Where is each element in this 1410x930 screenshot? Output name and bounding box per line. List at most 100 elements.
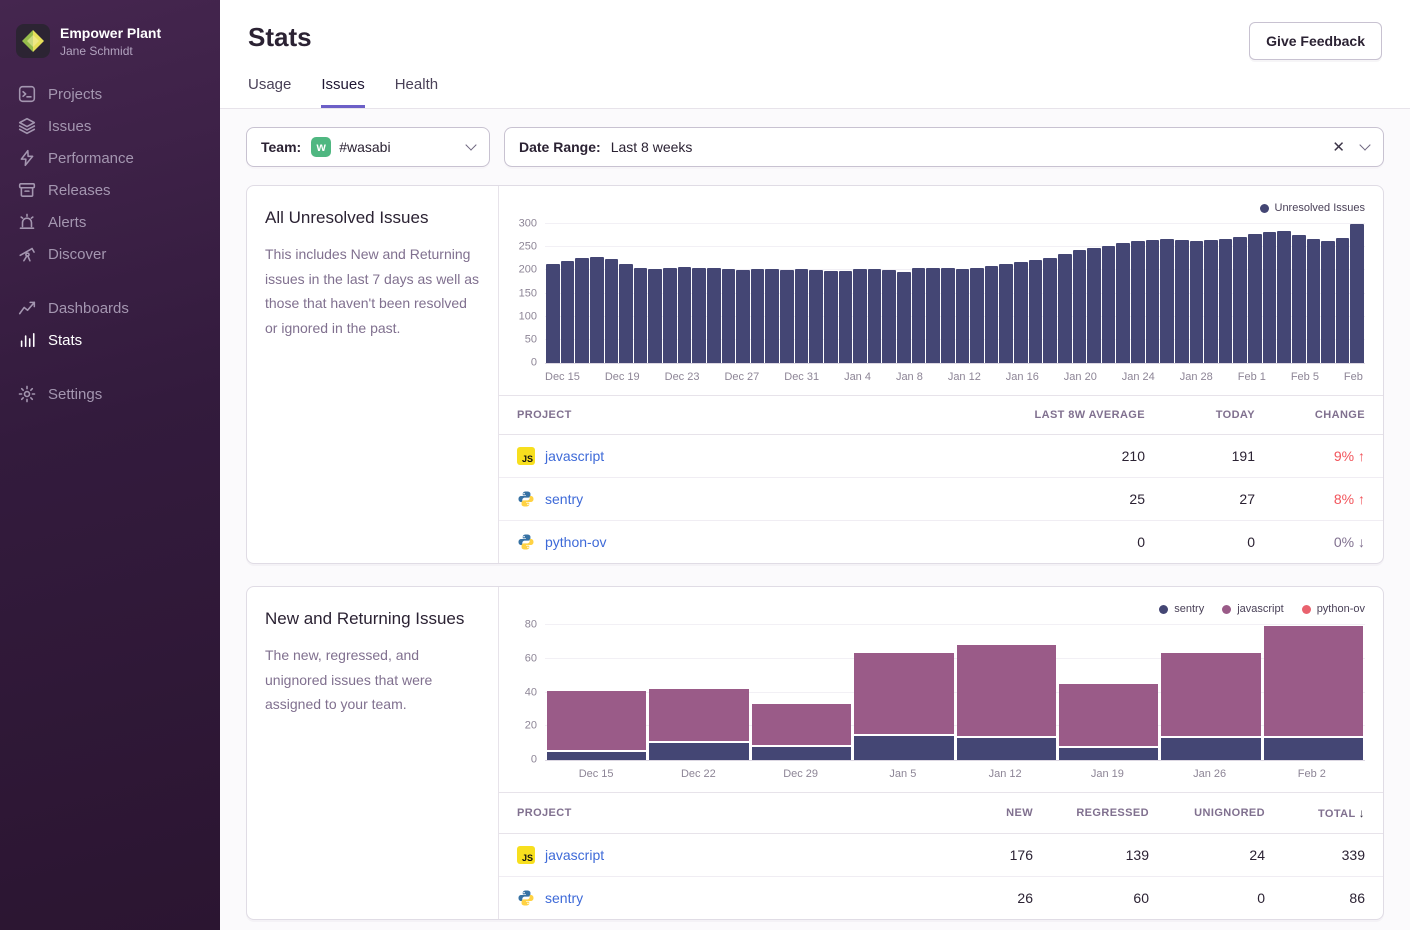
team-select[interactable]: Team: w #wasabi (246, 127, 490, 167)
arrow-up-icon: ↑ (1358, 491, 1365, 507)
column-header-project: PROJECT (499, 396, 943, 435)
chevron-down-icon (1359, 139, 1370, 150)
x-axis-label: Dec 27 (724, 371, 759, 383)
unresolved-issues-bar (1350, 224, 1364, 363)
x-axis: Dec 15Dec 19Dec 23Dec 27Dec 31Jan 4Jan 8… (545, 371, 1363, 383)
last8w-average-value: 0 (943, 521, 1163, 564)
bar-segment-sentry (752, 747, 851, 761)
project-link-javascript[interactable]: javascript (545, 847, 604, 863)
give-feedback-button[interactable]: Give Feedback (1249, 22, 1382, 60)
unresolved-issues-bar (590, 257, 604, 363)
x-axis-label: Jan 4 (844, 371, 871, 383)
bar-segment-javascript (547, 691, 646, 750)
sidebar-item-alerts[interactable]: Alerts (0, 206, 220, 238)
column-header-last8w-average: LAST 8W AVERAGE (943, 396, 1163, 435)
y-axis-label: 150 (507, 288, 537, 299)
legend-item-javascript[interactable]: javascript (1222, 603, 1283, 615)
x-axis-label: Jan 12 (948, 371, 981, 383)
page-title: Stats (248, 22, 312, 53)
unresolved-issues-bar (707, 268, 721, 363)
unresolved-issues-bar (1043, 258, 1057, 363)
org-name: Empower Plant (60, 24, 161, 42)
sidebar-item-issues[interactable]: Issues (0, 110, 220, 142)
panel-title: All Unresolved Issues (265, 208, 480, 228)
x-axis-label: Dec 15 (545, 371, 580, 383)
unresolved-issues-bar (1175, 240, 1189, 363)
project-link-sentry[interactable]: sentry (545, 890, 583, 906)
bar-segment-javascript (649, 689, 748, 741)
x-axis-label: Jan 5 (852, 768, 954, 780)
alerts-icon (18, 213, 36, 231)
tab-health[interactable]: Health (395, 76, 438, 108)
arrow-down-icon: ↓ (1358, 534, 1365, 550)
sidebar-item-label: Discover (48, 246, 106, 263)
projects-icon (18, 85, 36, 103)
chart-plot-area: 020406080 (545, 625, 1365, 761)
unresolved-issues-bar (985, 266, 999, 363)
bar-segment-javascript (752, 704, 851, 745)
unresolved-issues-bar (575, 258, 589, 363)
main-content: Stats Give Feedback Usage Issues Health … (220, 0, 1410, 930)
unresolved-issues-bar (546, 264, 560, 363)
panel-unresolved-issues: All Unresolved Issues This includes New … (246, 185, 1384, 564)
arrow-up-icon: ↑ (1358, 448, 1365, 464)
unresolved-issues-bar (956, 269, 970, 363)
legend-item-python-ov[interactable]: python-ov (1302, 603, 1365, 615)
unresolved-issues-bar (1204, 240, 1218, 363)
legend-item-unresolved-issues[interactable]: Unresolved Issues (1260, 202, 1366, 214)
unresolved-issues-bar (1146, 240, 1160, 363)
tab-usage[interactable]: Usage (248, 76, 291, 108)
tab-issues[interactable]: Issues (321, 76, 364, 108)
regressed-value: 139 (1051, 834, 1167, 877)
python-project-icon (517, 889, 535, 907)
column-header-new: NEW (941, 793, 1051, 834)
unresolved-issues-bar (1116, 243, 1130, 363)
unresolved-issues-bar (634, 268, 648, 363)
date-range-select[interactable]: Date Range: Last 8 weeks ✕ (504, 127, 1384, 167)
change-value: 9% ↑ (1334, 448, 1365, 464)
legend-dot (1222, 605, 1231, 614)
issues-icon (18, 117, 36, 135)
org-switcher[interactable]: Empower Plant Jane Schmidt (0, 16, 220, 78)
sidebar-item-projects[interactable]: Projects (0, 78, 220, 110)
column-header-unignored: UNIGNORED (1167, 793, 1283, 834)
sidebar-nav-primary: Projects Issues Performance Releases (0, 78, 220, 270)
stacked-bar (1161, 625, 1260, 760)
python-project-icon (517, 533, 535, 551)
sidebar-item-performance[interactable]: Performance (0, 142, 220, 174)
unresolved-issues-table: PROJECT LAST 8W AVERAGE TODAY CHANGE JS (499, 395, 1383, 563)
clear-icon[interactable]: ✕ (1332, 138, 1345, 156)
column-header-total-sort[interactable]: TOTAL↓ (1283, 793, 1383, 834)
today-value: 27 (1163, 478, 1273, 521)
stacked-bar (752, 625, 851, 760)
x-axis-label: Feb (1344, 371, 1363, 383)
legend-item-sentry[interactable]: sentry (1159, 603, 1204, 615)
last8w-average-value: 25 (943, 478, 1163, 521)
panel-chart-column: sentryjavascriptpython-ov 020406080 Dec … (499, 587, 1383, 919)
table-header-row: PROJECT NEW REGRESSED UNIGNORED TOTAL↓ (499, 793, 1383, 834)
x-axis-label: Jan 19 (1056, 768, 1158, 780)
x-axis-label: Dec 19 (605, 371, 640, 383)
sidebar-item-settings[interactable]: Settings (0, 378, 220, 410)
y-axis-label: 100 (507, 311, 537, 322)
legend-label: sentry (1174, 603, 1204, 615)
column-header-change: CHANGE (1273, 396, 1383, 435)
unresolved-issues-bar (1073, 250, 1087, 363)
x-axis-label: Jan 24 (1122, 371, 1155, 383)
y-axis-label: 80 (507, 620, 537, 631)
panel-description-column: New and Returning Issues The new, regres… (247, 587, 499, 919)
sidebar-item-dashboards[interactable]: Dashboards (0, 292, 220, 324)
project-link-sentry[interactable]: sentry (545, 491, 583, 507)
unresolved-issues-bar (970, 268, 984, 363)
sidebar-item-stats[interactable]: Stats (0, 324, 220, 356)
project-link-python-ov[interactable]: python-ov (545, 534, 606, 550)
project-link-javascript[interactable]: javascript (545, 448, 604, 464)
unresolved-issues-bar (678, 267, 692, 363)
sidebar-item-label: Releases (48, 182, 111, 199)
new-value: 176 (941, 834, 1051, 877)
sidebar-item-releases[interactable]: Releases (0, 174, 220, 206)
stacked-bar (854, 625, 953, 760)
bar-segment-javascript (1059, 684, 1158, 746)
unignored-value: 0 (1167, 877, 1283, 920)
sidebar-item-discover[interactable]: Discover (0, 238, 220, 270)
